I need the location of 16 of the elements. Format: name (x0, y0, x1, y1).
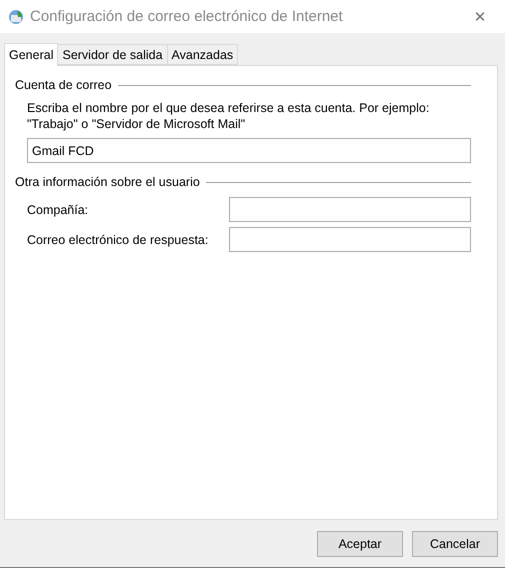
input-field[interactable] (229, 227, 471, 252)
input-field[interactable] (229, 197, 471, 222)
field-label: Compañía: (27, 202, 90, 216)
tab[interactable]: Avanzadas (166, 44, 238, 65)
globe-mail-icon (8, 8, 24, 24)
window-title: Configuración de correo electrónico de Internet (30, 8, 344, 25)
tab[interactable]: General (4, 43, 58, 66)
input-field[interactable]: Gmail FCD (27, 138, 471, 163)
dialog-button[interactable]: Cancelar (412, 531, 498, 557)
field-label: Correo electrónico de respuesta: (27, 232, 210, 246)
tab[interactable]: Servidor de salida (57, 44, 168, 65)
description-text: Escriba el nombre por el que desea referirse a esta cuenta. Por ejemplo: "Trabajo" o "Servidor de Microsoft Mail" (27, 100, 430, 132)
dialog-button[interactable]: Aceptar (317, 531, 403, 557)
group-title: Otra información sobre el usuario (15, 175, 200, 189)
close-button[interactable]: ✕ (465, 8, 495, 26)
group-title: Cuenta de correo (15, 78, 112, 92)
